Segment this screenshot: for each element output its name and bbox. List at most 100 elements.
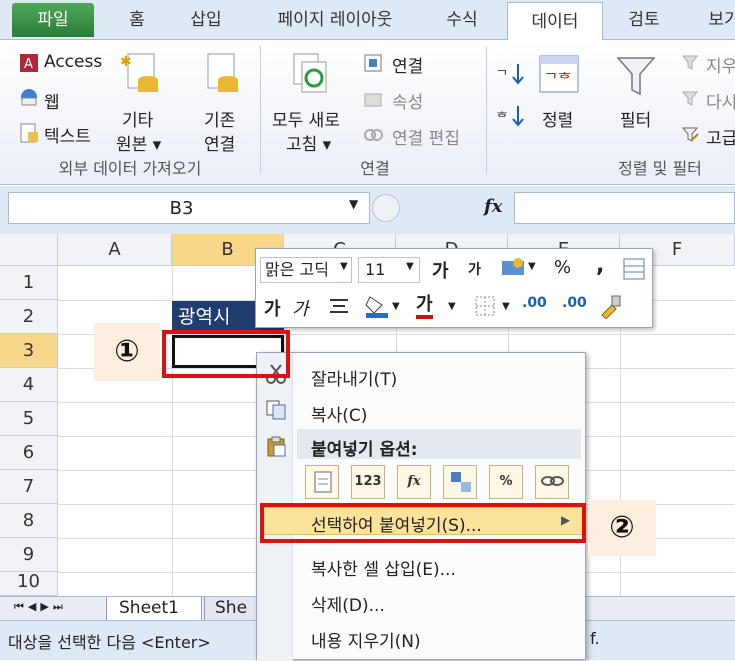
other-sources-icon: ✱	[120, 53, 158, 92]
italic-button[interactable]: 가	[292, 295, 309, 321]
status-suffix: f.	[590, 629, 600, 648]
existing-connections-icon	[207, 53, 238, 92]
sort-button[interactable]: 정렬	[542, 106, 573, 131]
from-access-button[interactable]: Access	[44, 52, 102, 72]
row-header[interactable]: 4	[0, 368, 58, 402]
tab-data[interactable]: 데이터	[507, 2, 603, 43]
advanced-filter-button[interactable]: 고급	[706, 124, 735, 149]
annotation-step-1: ①	[94, 323, 160, 381]
row-header[interactable]: 10	[0, 572, 58, 596]
comma-style-button[interactable]: ,	[596, 253, 604, 278]
refresh-all-label1[interactable]: 모두 새로	[272, 106, 340, 131]
shrink-font-button[interactable]: 가	[468, 259, 481, 279]
paste-link-button[interactable]	[535, 465, 569, 499]
paste-formatting-button[interactable]: %	[489, 465, 523, 499]
reapply-filter-button[interactable]: 다시	[706, 88, 735, 113]
font-name-select[interactable]: 맑은 고딕	[260, 257, 352, 283]
web-icon	[21, 89, 37, 106]
tab-review[interactable]: 검토	[616, 0, 672, 40]
format-painter-icon[interactable]	[598, 293, 624, 319]
row-header[interactable]: 7	[0, 470, 58, 504]
properties-button[interactable]: 속성	[392, 88, 423, 113]
sort-icon: ᄀᄒ	[539, 55, 579, 93]
refresh-all-label2[interactable]: 고침 ▾	[286, 130, 331, 155]
filter-funnel-icon	[616, 57, 656, 96]
edit-links-button[interactable]: 연결 편집	[392, 124, 460, 149]
filter-button[interactable]: 필터	[620, 106, 651, 131]
paste-button[interactable]	[305, 465, 339, 499]
name-box[interactable]: B3 ▼	[8, 192, 370, 224]
tab-formulas[interactable]: 수식	[430, 0, 494, 40]
highlight-box-paste-special	[260, 503, 586, 543]
tab-insert[interactable]: 삽입	[176, 0, 236, 40]
paste-clipboard-icon	[314, 471, 332, 493]
percent-style-button[interactable]: %	[554, 257, 571, 278]
menu-clear-contents[interactable]: 내용 지우기(N)	[311, 627, 421, 652]
paste-formulas-button[interactable]: fx	[397, 465, 431, 499]
reapply-filter-icon	[681, 91, 699, 106]
chevron-down-icon[interactable]: ▼	[528, 261, 536, 272]
from-text-button[interactable]: 텍스트	[44, 122, 91, 147]
tab-file[interactable]: 파일	[12, 3, 94, 37]
menu-cut[interactable]: 잘라내기(T)	[311, 365, 397, 390]
other-sources-label2[interactable]: 원본 ▾	[116, 130, 161, 155]
borders-icon[interactable]	[474, 295, 496, 317]
insert-function-button[interactable]: fx	[484, 196, 502, 217]
menu-delete[interactable]: 삭제(D)...	[311, 591, 385, 616]
increase-decimal-button[interactable]: .00	[522, 295, 547, 311]
font-size-value: 11	[365, 260, 386, 279]
accounting-format-icon[interactable]	[500, 255, 528, 281]
column-header[interactable]: A	[58, 234, 172, 266]
row-header[interactable]: 3	[0, 334, 58, 368]
clear-filter-icon	[681, 55, 699, 70]
paste-values-button[interactable]: 123	[351, 465, 385, 499]
paste-transpose-button[interactable]	[443, 465, 477, 499]
chevron-down-icon[interactable]: ▼	[349, 197, 358, 211]
tab-home[interactable]: 홈	[112, 0, 162, 40]
grow-font-button[interactable]: 가	[432, 257, 449, 283]
existing-connections-label1[interactable]: 기존	[204, 106, 235, 131]
fill-color-icon[interactable]	[364, 293, 390, 319]
tab-view[interactable]: 보기	[694, 0, 735, 40]
chevron-down-icon[interactable]: ▼	[502, 301, 510, 312]
transpose-icon	[451, 472, 471, 492]
name-box-value: B3	[169, 198, 194, 219]
connections-button[interactable]: 연결	[392, 52, 423, 77]
chevron-down-icon[interactable]: ▼	[392, 301, 400, 312]
menu-insert-copied-cells[interactable]: 복사한 셀 삽입(E)...	[311, 555, 456, 580]
formula-input[interactable]	[514, 192, 735, 224]
align-center-icon[interactable]	[328, 297, 350, 317]
row-header[interactable]: 9	[0, 538, 58, 572]
existing-connections-label2[interactable]: 연결	[204, 130, 235, 155]
formula-bar-handle[interactable]	[372, 194, 400, 222]
row-header[interactable]: 6	[0, 436, 58, 470]
highlight-box-cell	[162, 330, 290, 378]
from-web-button[interactable]: 웹	[44, 88, 60, 113]
menu-copy[interactable]: 복사(C)	[311, 401, 367, 426]
annotation-step-2: ②	[588, 500, 656, 556]
chevron-down-icon[interactable]: ▼	[448, 301, 456, 312]
row-header[interactable]: 1	[0, 266, 58, 300]
row-header[interactable]: 8	[0, 504, 58, 538]
bold-button[interactable]: 가	[264, 295, 281, 321]
chevron-down-icon[interactable]: ▼	[340, 261, 348, 272]
clear-filter-button[interactable]: 지우	[706, 52, 735, 77]
select-all-corner[interactable]	[0, 234, 58, 266]
sort-ascending-icon: ᄀ	[496, 64, 524, 85]
sheet-nav-arrows[interactable]: ⏮◀▶⏭	[14, 600, 67, 614]
sheet-tab-sheet2[interactable]: She	[204, 597, 264, 621]
format-painter-table-icon[interactable]	[622, 257, 646, 281]
group-label-external-data: 외부 데이터 가져오기	[58, 159, 202, 178]
chevron-down-icon[interactable]: ▼	[406, 261, 414, 272]
ribbon-tab-bar: 파일 홈 삽입 페이지 레이아웃 수식 데이터 검토 보기	[0, 0, 735, 43]
other-sources-label1[interactable]: 기타	[122, 106, 153, 131]
tab-page-layout[interactable]: 페이지 레이아웃	[254, 0, 416, 40]
group-label-connections: 연결	[360, 159, 390, 178]
svg-text:A: A	[24, 57, 33, 72]
row-header[interactable]: 5	[0, 402, 58, 436]
font-color-button[interactable]: 가	[416, 295, 433, 319]
sheet-tab-sheet1[interactable]: Sheet1	[106, 597, 202, 621]
edit-links-icon	[364, 129, 383, 141]
decrease-decimal-button[interactable]: .00	[562, 295, 587, 311]
row-header[interactable]: 2	[0, 300, 58, 334]
